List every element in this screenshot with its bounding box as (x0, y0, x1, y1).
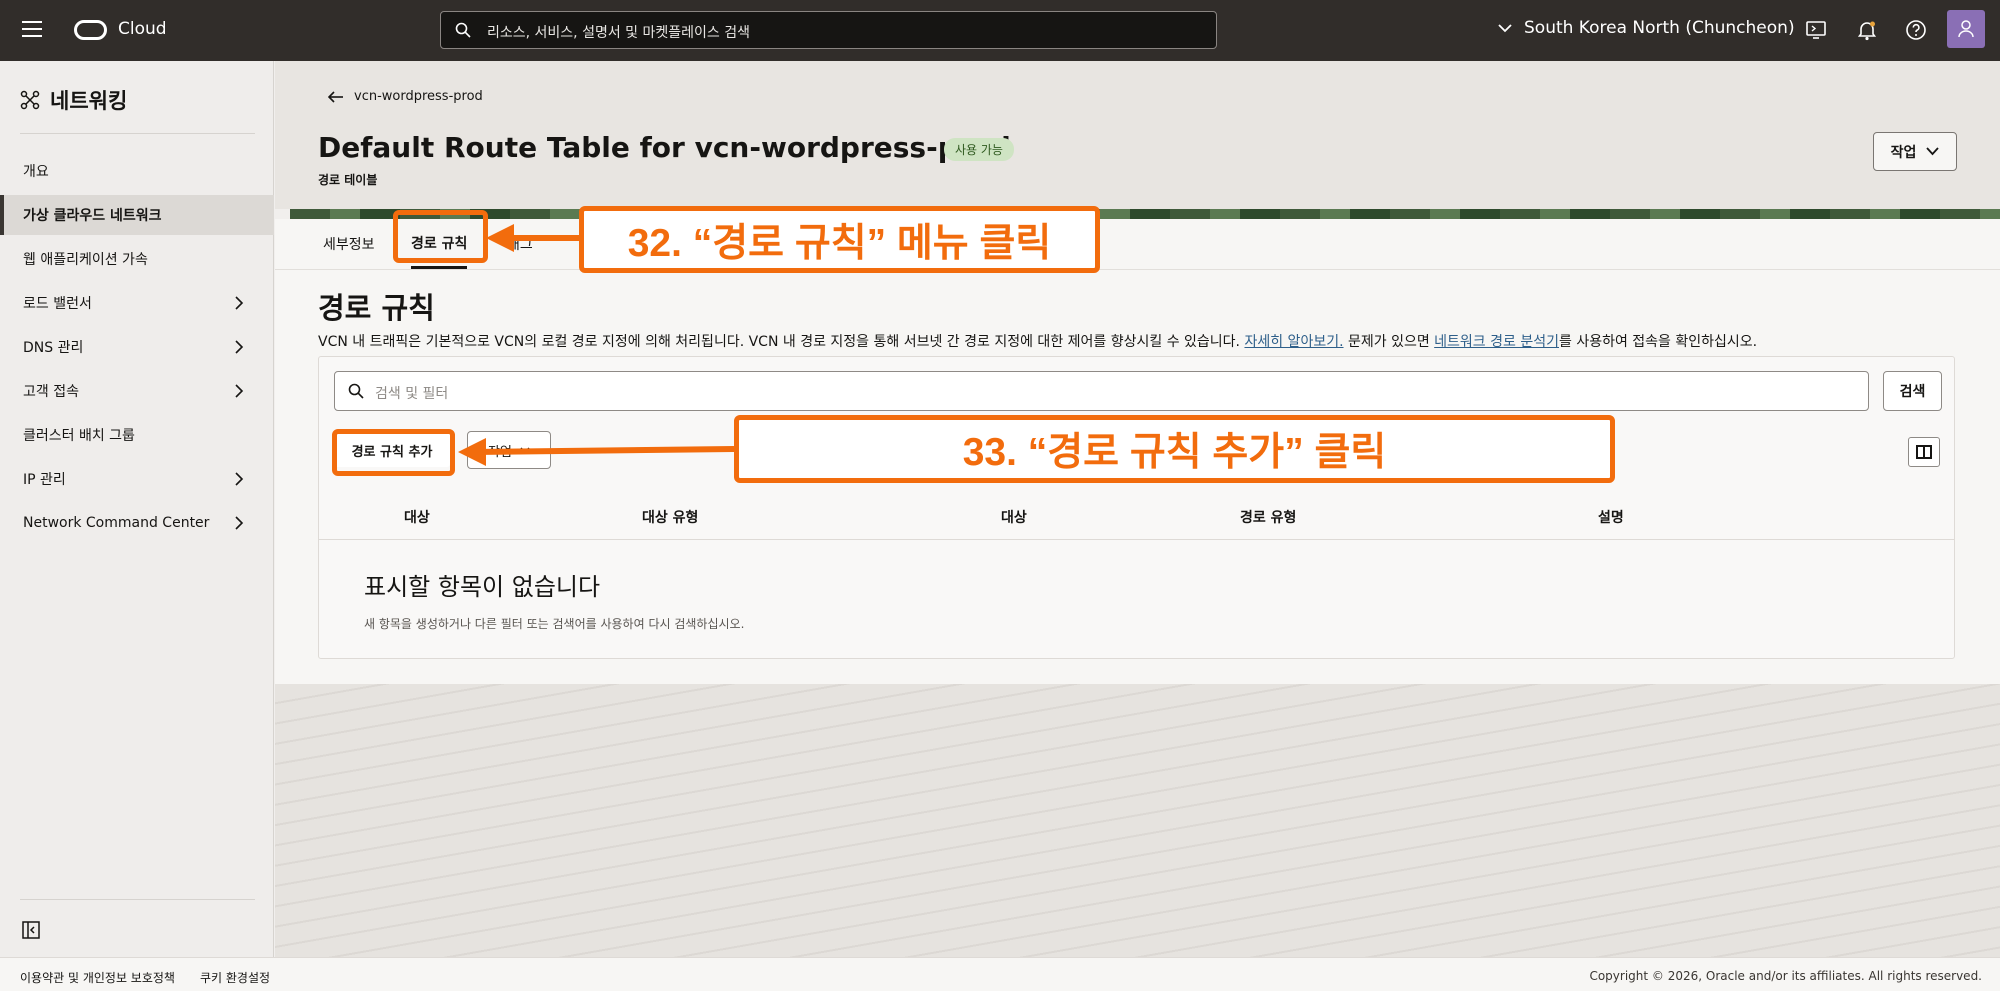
avatar[interactable] (1947, 10, 1985, 48)
actions-button[interactable]: 작업 (1873, 132, 1957, 171)
region-label: South Korea North (Chuncheon) (1524, 18, 1795, 38)
chevron-right-icon (235, 340, 244, 354)
page-title: Default Route Table for vcn-wordpress-pr… (318, 131, 1011, 164)
chevron-right-icon (235, 516, 244, 530)
bell-icon[interactable] (1855, 18, 1879, 42)
bulk-actions-button[interactable]: 작업 (467, 431, 551, 469)
main-content: vcn-wordpress-prod Default Route Table f… (275, 61, 2000, 957)
bulk-actions-label: 작업 (488, 444, 512, 460)
annotation-step-32: 32. “경로 규칙” 메뉴 클릭 (579, 206, 1100, 273)
annotation-highlight-route-rules-tab (393, 210, 488, 263)
sidebar-item-label: 개요 (23, 164, 49, 180)
help-icon[interactable] (1904, 18, 1928, 42)
global-search-input[interactable]: 리소스, 서비스, 설명서 및 마켓플레이스 검색 (440, 11, 1217, 49)
copyright-text: Copyright © 2026, Oracle and/or its affi… (1589, 969, 1982, 983)
region-selector[interactable]: South Korea North (Chuncheon) (1498, 18, 1795, 38)
column-header-target-type[interactable]: 대상 유형 (642, 507, 698, 527)
desc-text: 를 사용하여 접속을 확인하십시오. (1559, 334, 1758, 350)
filter-placeholder: 검색 및 필터 (375, 386, 449, 402)
top-bar: Cloud 리소스, 서비스, 설명서 및 마켓플레이스 검색 South Ko… (0, 0, 2000, 61)
brand-label: Cloud (118, 19, 167, 39)
cookie-preferences-link[interactable]: 쿠키 환경설정 (200, 969, 270, 986)
route-rules-panel: 검색 및 필터 검색 경로 규칙 추가 작업 대상 대상 유형 대상 경로 유형… (318, 356, 1955, 659)
column-header-description[interactable]: 설명 (1598, 507, 1624, 527)
search-icon (348, 383, 364, 399)
column-header-target[interactable]: 대상 (1001, 507, 1027, 527)
section-description: VCN 내 트래픽은 기본적으로 VCN의 로컬 경로 지정에 의해 처리됩니다… (318, 331, 1757, 351)
desc-text: VCN 내 트래픽은 기본적으로 VCN의 로컬 경로 지정에 의해 처리됩니다… (318, 334, 1245, 350)
sidebar-item-cluster-placement[interactable]: 클러스터 배치 그룹 (0, 415, 274, 455)
page-header: vcn-wordpress-prod Default Route Table f… (275, 61, 2000, 209)
sidebar-item-label: 웹 애플리케이션 가속 (23, 252, 148, 268)
arrow-left-icon (328, 90, 343, 103)
sidebar-item-customer-connectivity[interactable]: 고객 접속 (0, 371, 274, 411)
annotation-step-33: 33. “경로 규칙 추가” 클릭 (734, 415, 1615, 483)
chevron-right-icon (235, 384, 244, 398)
sidebar: 네트워킹 개요 가상 클라우드 네트워크 웹 애플리케이션 가속 로드 밸런서 … (0, 61, 274, 957)
search-icon (455, 22, 471, 38)
footer: 이용약관 및 개인정보 보호정책 쿠키 환경설정 Copyright © 202… (0, 957, 2000, 991)
empty-state-description: 새 항목을 생성하거나 다른 필터 또는 검색어를 사용하여 다시 검색하십시오… (364, 617, 745, 631)
sidebar-title: 네트워킹 (20, 85, 127, 115)
global-search-text: 리소스, 서비스, 설명서 및 마켓플레이스 검색 (487, 25, 750, 41)
sidebar-item-label: DNS 관리 (23, 340, 84, 356)
chevron-right-icon (235, 296, 244, 310)
tab-label: 세부정보 (323, 237, 375, 253)
tab-bar: 세부정보 경로 규칙 태그 (275, 219, 2000, 269)
cloud-shell-icon[interactable] (1804, 18, 1828, 42)
sidebar-item-label: 고객 접속 (23, 384, 79, 400)
tab-details[interactable]: 세부정보 (323, 219, 375, 269)
oracle-logo[interactable] (74, 20, 107, 40)
status-badge: 사용 가능 (944, 138, 1014, 161)
tab-tags[interactable]: 태그 (507, 219, 533, 269)
sidebar-divider (20, 899, 255, 900)
column-toggle-icon[interactable] (1908, 437, 1940, 467)
section-title: 경로 규칙 (318, 291, 435, 325)
path-analyzer-link[interactable]: 네트워크 경로 분석기 (1434, 334, 1559, 350)
search-button[interactable]: 검색 (1883, 371, 1942, 411)
tab-label: 태그 (507, 237, 533, 253)
column-header-route-type[interactable]: 경로 유형 (1240, 507, 1296, 527)
decorative-banner (290, 209, 2000, 219)
network-icon (20, 90, 40, 110)
chevron-right-icon (235, 472, 244, 486)
user-icon (1958, 20, 1974, 38)
sidebar-item-label: Network Command Center (23, 515, 210, 531)
chevron-down-icon (520, 446, 530, 453)
sidebar-item-vcn[interactable]: 가상 클라우드 네트워크 (0, 195, 274, 235)
back-link[interactable]: vcn-wordpress-prod (328, 89, 483, 104)
page-subtitle: 경로 테이블 (318, 173, 378, 187)
annotation-highlight-add-button (332, 429, 455, 476)
filter-input[interactable]: 검색 및 필터 (334, 371, 1869, 411)
sidebar-divider (20, 133, 255, 134)
sidebar-item-dns[interactable]: DNS 관리 (0, 327, 274, 367)
column-header-destination[interactable]: 대상 (404, 507, 430, 527)
collapse-sidebar-icon[interactable] (22, 921, 40, 939)
table-header-divider (319, 539, 1954, 540)
sidebar-item-network-command-center[interactable]: Network Command Center (0, 503, 274, 543)
terms-link[interactable]: 이용약관 및 개인정보 보호정책 (20, 969, 175, 986)
sidebar-item-ip-management[interactable]: IP 관리 (0, 459, 274, 499)
sidebar-title-label: 네트워킹 (50, 89, 128, 113)
learn-more-link[interactable]: 자세히 알아보기. (1244, 334, 1343, 350)
sidebar-item-label: 가상 클라우드 네트워크 (23, 208, 162, 224)
sidebar-item-overview[interactable]: 개요 (0, 151, 274, 191)
chevron-down-icon (1498, 24, 1512, 33)
back-link-label: vcn-wordpress-prod (354, 89, 483, 104)
sidebar-item-web-app-acceleration[interactable]: 웹 애플리케이션 가속 (0, 239, 274, 279)
sidebar-item-label: IP 관리 (23, 472, 66, 488)
desc-text: 문제가 있으면 (1343, 334, 1435, 350)
sidebar-item-load-balancer[interactable]: 로드 밸런서 (0, 283, 274, 323)
actions-button-label: 작업 (1890, 144, 1917, 161)
empty-state-title: 표시할 항목이 없습니다 (364, 573, 601, 601)
menu-icon[interactable] (22, 21, 42, 39)
sidebar-item-label: 로드 밸런서 (23, 296, 92, 312)
sidebar-item-label: 클러스터 배치 그룹 (23, 428, 135, 444)
background-pattern (275, 684, 2000, 957)
chevron-down-icon (1926, 147, 1940, 156)
